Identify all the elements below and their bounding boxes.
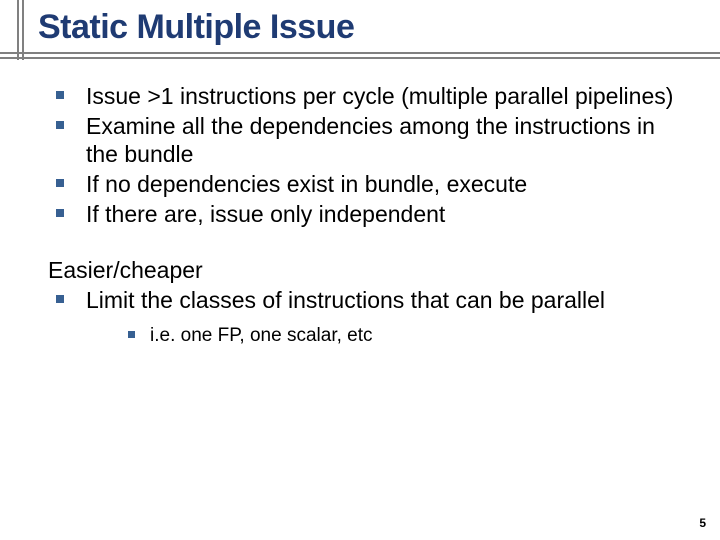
list-item: Examine all the dependencies among the i…	[48, 112, 690, 168]
slide-title: Static Multiple Issue	[38, 8, 354, 47]
subtitle-text: Easier/cheaper	[48, 256, 690, 284]
page-number: 5	[699, 516, 706, 530]
list-item: Limit the classes of instructions that c…	[48, 286, 690, 348]
list-item: i.e. one FP, one scalar, etc	[122, 324, 690, 348]
slide-body: Issue >1 instructions per cycle (multipl…	[48, 82, 690, 350]
main-bullet-list: Issue >1 instructions per cycle (multipl…	[48, 82, 690, 228]
subsub-bullet-list: i.e. one FP, one scalar, etc	[122, 324, 690, 348]
list-item: If no dependencies exist in bundle, exec…	[48, 170, 690, 198]
list-item: Issue >1 instructions per cycle (multipl…	[48, 82, 690, 110]
slide: Static Multiple Issue Issue >1 instructi…	[0, 0, 720, 540]
sub-bullet-list: Limit the classes of instructions that c…	[48, 286, 690, 348]
list-item: If there are, issue only independent	[48, 200, 690, 228]
list-item-label: Limit the classes of instructions that c…	[86, 287, 605, 313]
